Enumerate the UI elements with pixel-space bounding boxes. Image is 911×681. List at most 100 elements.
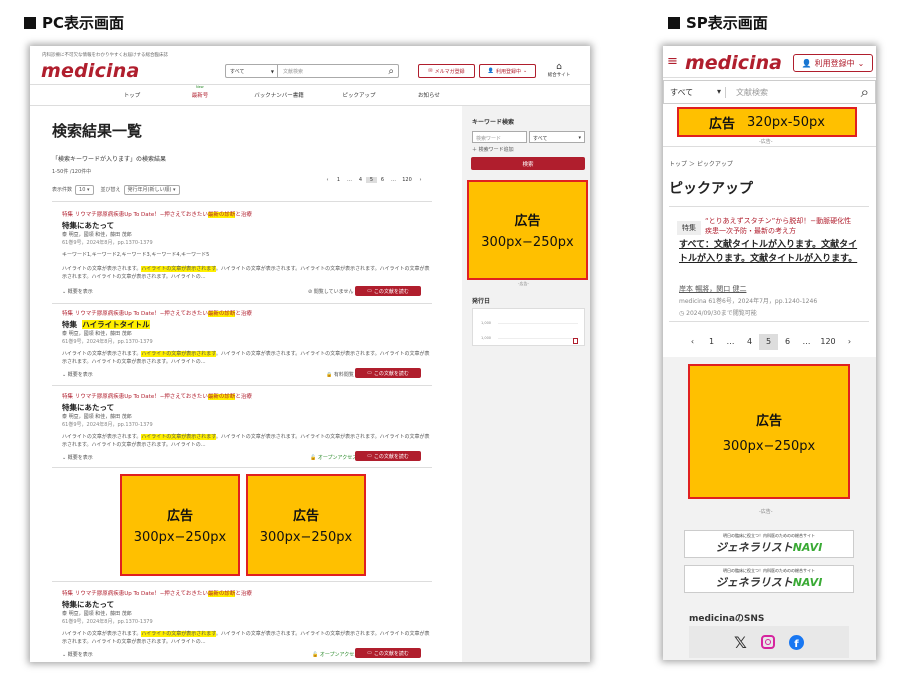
article-title[interactable]: すべて：文献タイトルが入ります。文献タイトルが入ります。文献タイトルが入ります。 bbox=[679, 239, 859, 266]
query-line: 「検索キーワードが入ります」の検索結果 bbox=[52, 156, 167, 163]
article-authors[interactable]: 岸本 暢將，関口 健二 bbox=[679, 284, 746, 294]
pagination: ‹ 1… 4 5 6… 120 › bbox=[326, 177, 422, 183]
status-badge: 🔓 オープンアクセス bbox=[310, 455, 358, 461]
newsletter-button[interactable]: ✉ メルマガ登録 bbox=[418, 64, 475, 78]
status-badge: 🔒 有料閲覧 bbox=[326, 372, 354, 378]
unlock-icon: 🔓 bbox=[310, 455, 317, 461]
mail-icon: ✉ bbox=[428, 68, 433, 74]
result-count: 1-50件 /120件中 bbox=[52, 169, 92, 175]
x-icon[interactable]: 𝕏 bbox=[734, 633, 747, 652]
result-item: 特集 リウマチ膠原病疾患Up To Date！−押さえておきたい最新の診断と治療… bbox=[62, 309, 432, 366]
result-item: 特集 リウマチ膠原病疾患Up To Date！−押さえておきたい最新の診断と治療… bbox=[62, 210, 432, 281]
keyword-scope-select[interactable]: すべて ▾ bbox=[529, 131, 585, 143]
result-tag[interactable]: 特集 リウマチ膠原病疾患Up To Date！−押さえておきたい最新の診断と治療 bbox=[62, 210, 432, 218]
page-title: 検索結果一覧 bbox=[52, 122, 143, 140]
search-bar: すべて ▾ 文献検索 ⌕ bbox=[663, 80, 876, 104]
sort-select[interactable]: 発行年月(新しい順) ▾ bbox=[123, 185, 180, 195]
search-button[interactable]: 検索 bbox=[471, 157, 585, 170]
display-options: 表示件数 10 ▾ 並び替え 発行年月(新しい順) ▾ bbox=[52, 185, 180, 195]
issue-date-title: 発行日 bbox=[472, 298, 491, 305]
show-summary-toggle[interactable]: ⌄ 概要を表示 bbox=[62, 651, 93, 659]
chevron-down-icon: ⌄ bbox=[523, 68, 528, 74]
page-title: ピックアップ bbox=[669, 181, 753, 197]
search-input[interactable]: 文献検索 bbox=[726, 87, 861, 98]
general-site-link[interactable]: ⌂ 総合サイト bbox=[544, 62, 574, 78]
nav-top[interactable]: トップ bbox=[98, 91, 166, 99]
show-summary-toggle[interactable]: ⌄ 概要を表示 bbox=[62, 454, 93, 462]
nav-latest[interactable]: New 最新号 bbox=[166, 85, 234, 99]
building-icon: ⌂ bbox=[556, 62, 562, 72]
clock-icon: ◷ bbox=[679, 310, 685, 317]
search-input[interactable]: 文献検索 bbox=[278, 68, 388, 75]
search-bar: すべて ▼ 文献検索 ⌕ bbox=[225, 64, 399, 78]
nav-pickup[interactable]: ピックアップ bbox=[324, 91, 394, 99]
show-summary-toggle[interactable]: ⌄ 概要を表示 bbox=[62, 288, 93, 296]
keyword-list: キーワード1,キーワード2,キーワード3,キーワード4,キーワード5 bbox=[62, 252, 210, 258]
ad-caption: -広告- bbox=[518, 281, 529, 286]
lock-icon: 🔒 bbox=[326, 372, 333, 378]
logo[interactable]: medicina bbox=[685, 52, 782, 74]
user-icon: 👤 bbox=[801, 58, 812, 68]
status-badge: ⊘ 閲覧していません bbox=[308, 289, 354, 295]
per-page-select[interactable]: 10 ▾ bbox=[75, 185, 94, 195]
tagline: 内科診療に不可欠な情報をわかりやすくお届けする総合臨床誌 bbox=[42, 53, 168, 58]
result-title[interactable]: 特集 ハイライトタイトル bbox=[62, 319, 432, 330]
read-button[interactable]: ▭ この文献を読む bbox=[355, 368, 421, 378]
keyword-input[interactable]: 検索ワード bbox=[472, 131, 527, 143]
breadcrumb[interactable]: トップ ＞ ピックアップ bbox=[669, 159, 733, 168]
search-icon[interactable]: ⌕ bbox=[388, 66, 398, 77]
nav-news[interactable]: お知らせ bbox=[394, 91, 464, 99]
result-title[interactable]: 特集にあたって bbox=[62, 220, 432, 231]
read-button[interactable]: ▭ この文献を読む bbox=[355, 648, 421, 658]
tag-badge: 特集 bbox=[677, 221, 701, 235]
search-select[interactable]: すべて ▾ bbox=[664, 86, 726, 98]
article-series[interactable]: “とりあえずスタチン”から脱却！−動脈硬化性疾患一次予防・最新の考え方 bbox=[705, 216, 855, 236]
pc-section-label: PC表示画面 bbox=[24, 12, 124, 33]
account-button[interactable]: 👤 利用登録中 ⌄ bbox=[479, 64, 536, 78]
logo[interactable]: medicina bbox=[41, 60, 140, 82]
ad-caption: -広告- bbox=[759, 139, 773, 145]
ad-slot-top[interactable]: 広告 320px-50px bbox=[677, 107, 857, 137]
show-summary-toggle[interactable]: ⌄ 概要を表示 bbox=[62, 371, 93, 379]
sidebar-ad-slot[interactable]: 広告 300px−250px bbox=[467, 180, 588, 280]
search-select[interactable]: すべて ▼ bbox=[226, 65, 278, 77]
instagram-icon[interactable] bbox=[760, 635, 775, 649]
result-title[interactable]: 特集にあたって bbox=[62, 402, 432, 413]
sns-links: 𝕏 f bbox=[689, 626, 849, 658]
sp-section-label: SP表示画面 bbox=[668, 12, 768, 33]
sp-screen: ≡ medicina 👤 利用登録中 ⌄ すべて ▾ 文献検索 ⌕ 広告 320px-5… bbox=[663, 46, 876, 660]
account-button[interactable]: 👤 利用登録中 ⌄ bbox=[793, 54, 873, 72]
read-button[interactable]: ▭ この文献を読む bbox=[355, 451, 421, 461]
chevron-down-icon: ⌄ bbox=[857, 58, 865, 68]
book-icon: ▭ bbox=[367, 370, 372, 376]
pc-screen: 内科診療に不可欠な情報をわかりやすくお届けする総合臨床誌 medicina すべ… bbox=[30, 46, 590, 662]
hamburger-icon[interactable]: ≡ bbox=[667, 54, 678, 69]
nav-backnumber[interactable]: バックナンバー書籍 bbox=[234, 91, 324, 99]
read-button[interactable]: ▭ この文献を読む bbox=[355, 286, 421, 296]
ad-slot[interactable]: 広告 300px−250px bbox=[688, 364, 850, 499]
ad-slot[interactable]: 広告 300px−250px bbox=[246, 474, 366, 576]
book-icon: ▭ bbox=[367, 453, 372, 459]
issue-chart[interactable]: 1,000 1,000 bbox=[472, 308, 585, 346]
sns-title: medicinaのSNS bbox=[689, 614, 765, 624]
book-icon: ▭ bbox=[367, 288, 372, 294]
result-item: 特集 リウマチ膠原病疾患Up To Date！−押さえておきたい最新の診断と治療… bbox=[62, 392, 432, 449]
ad-slot[interactable]: 広告 300px−250px bbox=[120, 474, 240, 576]
access-limit: ◷ 2024/09/30まで閲覧可能 bbox=[679, 310, 757, 317]
main-nav: トップ New 最新号 バックナンバー書籍 ピックアップ お知らせ bbox=[30, 85, 590, 105]
unlock-icon: 🔓 bbox=[312, 652, 319, 658]
search-icon[interactable]: ⌕ bbox=[861, 83, 875, 101]
add-keyword-link[interactable]: ＋ 検索ワード追加 bbox=[472, 146, 514, 154]
user-icon: 👤 bbox=[487, 68, 494, 74]
article-meta: medicina 61巻6号，2024年7月，pp.1240-1246 bbox=[679, 298, 818, 305]
generalist-navi-banner[interactable]: 明日の臨床に役立つ！内科医のためのの総合サイト ジェネラリストNAVI bbox=[684, 530, 854, 558]
ad-caption: -広告- bbox=[759, 509, 773, 515]
result-item: 特集 リウマチ膠原病疾患Up To Date！−押さえておきたい最新の診断と治療… bbox=[62, 589, 432, 646]
pagination: ‹ 1… 4 5 6… 120 › bbox=[683, 329, 859, 350]
generalist-navi-banner[interactable]: 明日の臨床に役立つ！内科医のためのの総合サイト ジェネラリストNAVI bbox=[684, 565, 854, 593]
result-title[interactable]: 特集にあたって bbox=[62, 599, 432, 610]
book-icon: ▭ bbox=[367, 650, 372, 656]
status-badge: 🔓 オープンアクセス bbox=[312, 652, 360, 658]
facebook-icon[interactable]: f bbox=[788, 634, 804, 650]
keyword-search-title: キーワード検索 bbox=[472, 119, 515, 126]
